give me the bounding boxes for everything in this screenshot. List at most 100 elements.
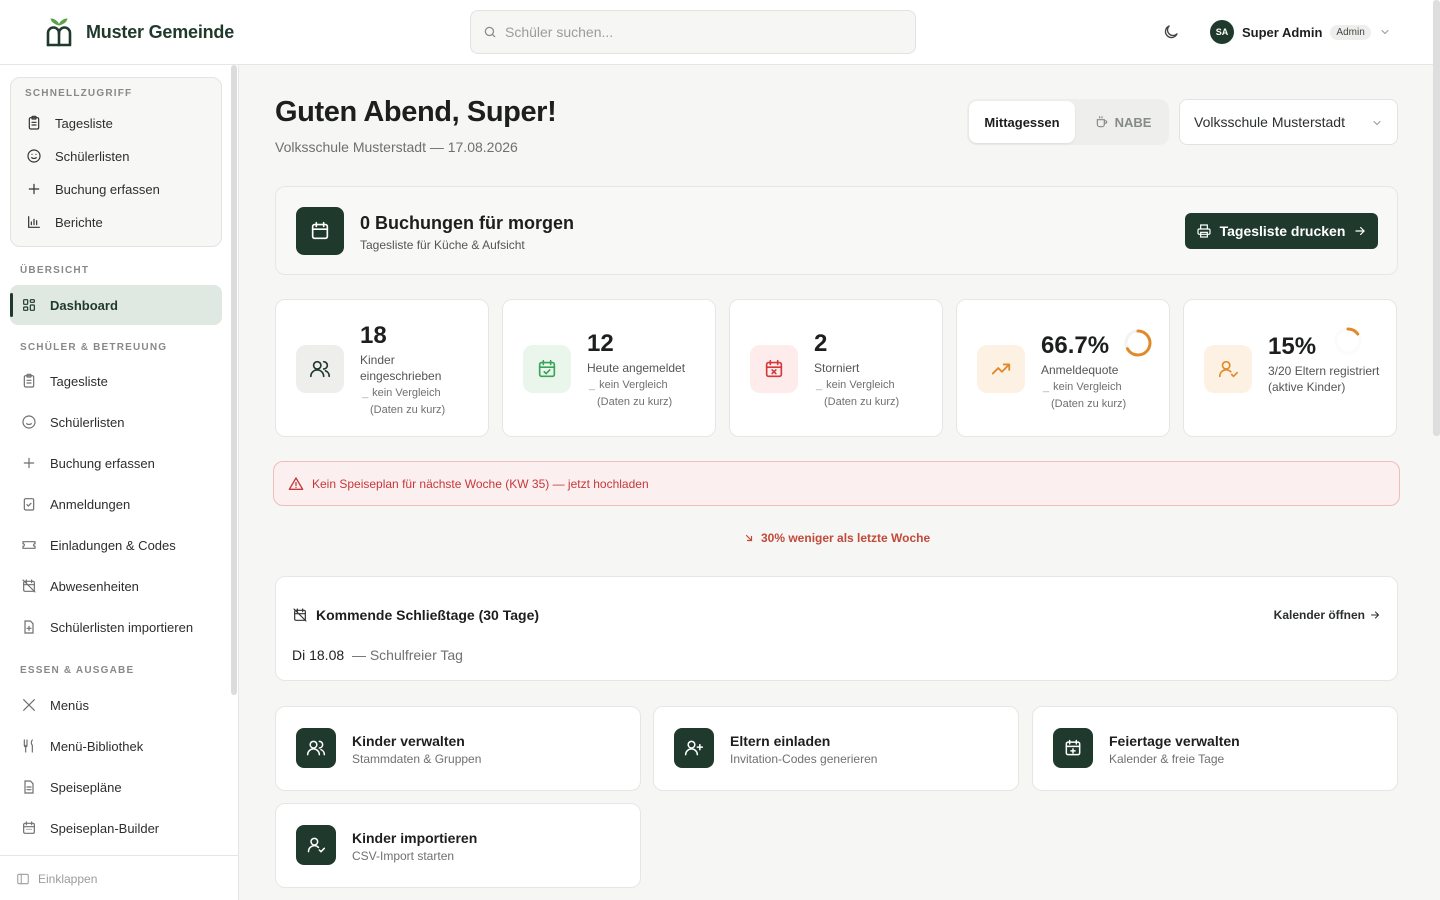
quick-item-label: Berichte	[55, 214, 103, 230]
sidebar-item-anmeldungen[interactable]: Anmeldungen	[20, 495, 130, 513]
sidebar-item-buchung[interactable]: Buchung erfassen	[20, 454, 155, 472]
collapse-label: Einklappen	[38, 872, 98, 886]
user-name: Super Admin	[1242, 24, 1323, 40]
banner-title: 0 Buchungen für morgen	[360, 213, 575, 233]
print-daily-list-button[interactable]: Tagesliste drucken	[1185, 213, 1378, 249]
print-button-label: Tagesliste drucken	[1219, 223, 1346, 239]
apple-logo-icon	[44, 16, 74, 48]
students-section-title: SCHÜLER & BETREUUNG	[20, 342, 168, 353]
stat-compare-note: (Daten zu kurz)	[370, 404, 446, 416]
sidebar-item-schuelerlisten[interactable]: Schülerlisten	[20, 413, 124, 431]
avatar: SA	[1210, 20, 1234, 44]
clipboard-icon	[20, 372, 38, 390]
stat-compare-note: (Daten zu kurz)	[597, 396, 673, 408]
menu-plan-alert[interactable]: Kein Speiseplan für nächste Woche (KW 35…	[273, 461, 1400, 506]
quick-item-berichte[interactable]: Berichte	[25, 213, 103, 231]
user-check-icon	[1204, 345, 1252, 393]
trending-up-icon	[977, 345, 1025, 393]
stat-value: 18	[360, 322, 387, 349]
closing-date: Di 18.08	[292, 647, 345, 663]
brand[interactable]: Muster Gemeinde	[44, 16, 234, 48]
stat-compare: _ kein Vergleich	[1043, 381, 1122, 393]
sidebar-item-label: Schülerlisten importieren	[50, 619, 194, 635]
sidebar-item-import[interactable]: Schülerlisten importieren	[20, 618, 193, 636]
stat-value: 2	[814, 330, 828, 357]
stat-compare: _ kein Vergleich	[362, 387, 441, 399]
food-section-title: ESSEN & AUSGABE	[20, 665, 135, 676]
quick-item-buchung[interactable]: Buchung erfassen	[25, 180, 160, 198]
moon-icon[interactable]	[1162, 23, 1180, 41]
toggle-mittagessen[interactable]: Mittagessen	[969, 101, 1075, 143]
calendar-off-icon	[292, 607, 308, 623]
sidebar-item-label: Menü-Bibliothek	[50, 738, 144, 754]
overview-section-title: ÜBERSICHT	[20, 265, 90, 276]
sidebar-footer: Einklappen	[0, 855, 238, 900]
sidebar-item-menues[interactable]: Menüs	[20, 696, 89, 714]
page-scrollbar[interactable]	[1433, 0, 1440, 436]
stat-label: Anmeldequote	[1041, 363, 1119, 377]
users-icon	[296, 345, 344, 393]
search-box[interactable]	[470, 10, 916, 54]
sidebar: SCHNELLZUGRIFF Tagesliste Schülerlisten …	[0, 65, 239, 900]
calendar-x-icon	[750, 345, 798, 393]
sidebar-item-label: Tagesliste	[50, 373, 108, 389]
stat-card-cancelled[interactable]: 2 Storniert _ kein Vergleich (Daten zu ku…	[729, 299, 943, 437]
stat-card-quota[interactable]: 66.7% Anmeldequote _ kein Vergleich (Date…	[956, 299, 1170, 437]
ticket-icon	[20, 536, 38, 554]
quick-item-schuelerlisten[interactable]: Schülerlisten	[25, 147, 129, 165]
quick-item-label: Tagesliste	[55, 115, 113, 131]
sidebar-item-tagesliste[interactable]: Tagesliste	[20, 372, 108, 390]
plus-icon	[25, 180, 43, 198]
action-card-import-children[interactable]: Kinder importieren CSV-Import starten	[275, 803, 641, 888]
sidebar-item-speiseplaene[interactable]: Speisepläne	[20, 778, 122, 796]
stat-card-parents[interactable]: 15% 3/20 Eltern registriert (aktive Kind…	[1183, 299, 1397, 437]
plus-icon	[20, 454, 38, 472]
action-card-invite-parents[interactable]: Eltern einladen Invitation-Codes generie…	[653, 706, 1019, 791]
stat-label: Storniert	[814, 361, 860, 375]
user-check-icon	[296, 825, 336, 865]
toggle-nabe[interactable]: NABE	[1079, 101, 1167, 143]
sidebar-item-dashboard[interactable]: Dashboard	[20, 296, 118, 314]
trend-text: 30% weniger als letzte Woche	[761, 531, 931, 545]
quick-item-tagesliste[interactable]: Tagesliste	[25, 114, 113, 132]
stat-value: 66.7%	[1041, 332, 1110, 359]
sidebar-item-menue-bibliothek[interactable]: Menü-Bibliothek	[20, 737, 143, 755]
collapse-button[interactable]: Einklappen	[16, 872, 97, 886]
stat-value: 15%	[1268, 333, 1317, 360]
sidebar-item-label: Einladungen & Codes	[50, 537, 176, 553]
action-title: Eltern einladen	[730, 733, 831, 749]
utensils-icon	[20, 737, 38, 755]
stat-card-enrolled[interactable]: 18 Kinder eingeschrieben _ kein Vergleich…	[275, 299, 489, 437]
weekly-trend: 30% weniger als letzte Woche	[743, 531, 930, 545]
open-calendar-link[interactable]: Kalender öffnen	[1274, 608, 1381, 622]
quick-access-title: SCHNELLZUGRIFF	[25, 88, 133, 99]
page-title: Guten Abend, Super!	[275, 96, 557, 128]
action-card-manage-children[interactable]: Kinder verwalten Stammdaten & Gruppen	[275, 706, 641, 791]
action-card-holidays[interactable]: Feiertage verwalten Kalender & freie Tag…	[1032, 706, 1398, 791]
calendar-plus-icon	[1053, 728, 1093, 768]
school-select[interactable]: Volksschule Musterstadt	[1179, 99, 1398, 145]
action-subtitle: Kalender & freie Tage	[1109, 752, 1225, 766]
chevron-down-icon	[1371, 117, 1383, 129]
stat-card-today[interactable]: 12 Heute angemeldet _ kein Vergleich (Dat…	[502, 299, 716, 437]
sidebar-item-label: Abwesenheiten	[50, 578, 139, 594]
banner-subtitle: Tagesliste für Küche & Aufsicht	[360, 238, 525, 252]
sidebar-scrollbar[interactable]	[231, 65, 237, 695]
quick-access-panel: SCHNELLZUGRIFF Tagesliste Schülerlisten …	[10, 77, 222, 247]
closing-days-title: Kommende Schließtage (30 Tage)	[292, 607, 539, 623]
sidebar-item-einladungen[interactable]: Einladungen & Codes	[20, 536, 176, 554]
stat-compare: _ kein Vergleich	[816, 379, 895, 391]
user-menu[interactable]: SA Super Admin Admin	[1210, 20, 1391, 44]
search-input[interactable]	[505, 24, 885, 40]
sidebar-item-abwesenheiten[interactable]: Abwesenheiten	[20, 577, 139, 595]
sidebar-item-label: Buchung erfassen	[50, 455, 155, 471]
smile-icon	[25, 147, 43, 165]
sidebar-item-speiseplan-builder[interactable]: Speiseplan-Builder	[20, 819, 159, 837]
action-subtitle: CSV-Import starten	[352, 849, 455, 863]
stat-compare-note: (Daten zu kurz)	[824, 396, 900, 408]
closing-day-row: Di 18.08 — Schulfreier Tag	[292, 647, 463, 663]
user-plus-icon	[674, 728, 714, 768]
search-icon	[483, 25, 497, 39]
arrow-down-right-icon	[743, 532, 755, 544]
stat-value: 12	[587, 330, 614, 357]
